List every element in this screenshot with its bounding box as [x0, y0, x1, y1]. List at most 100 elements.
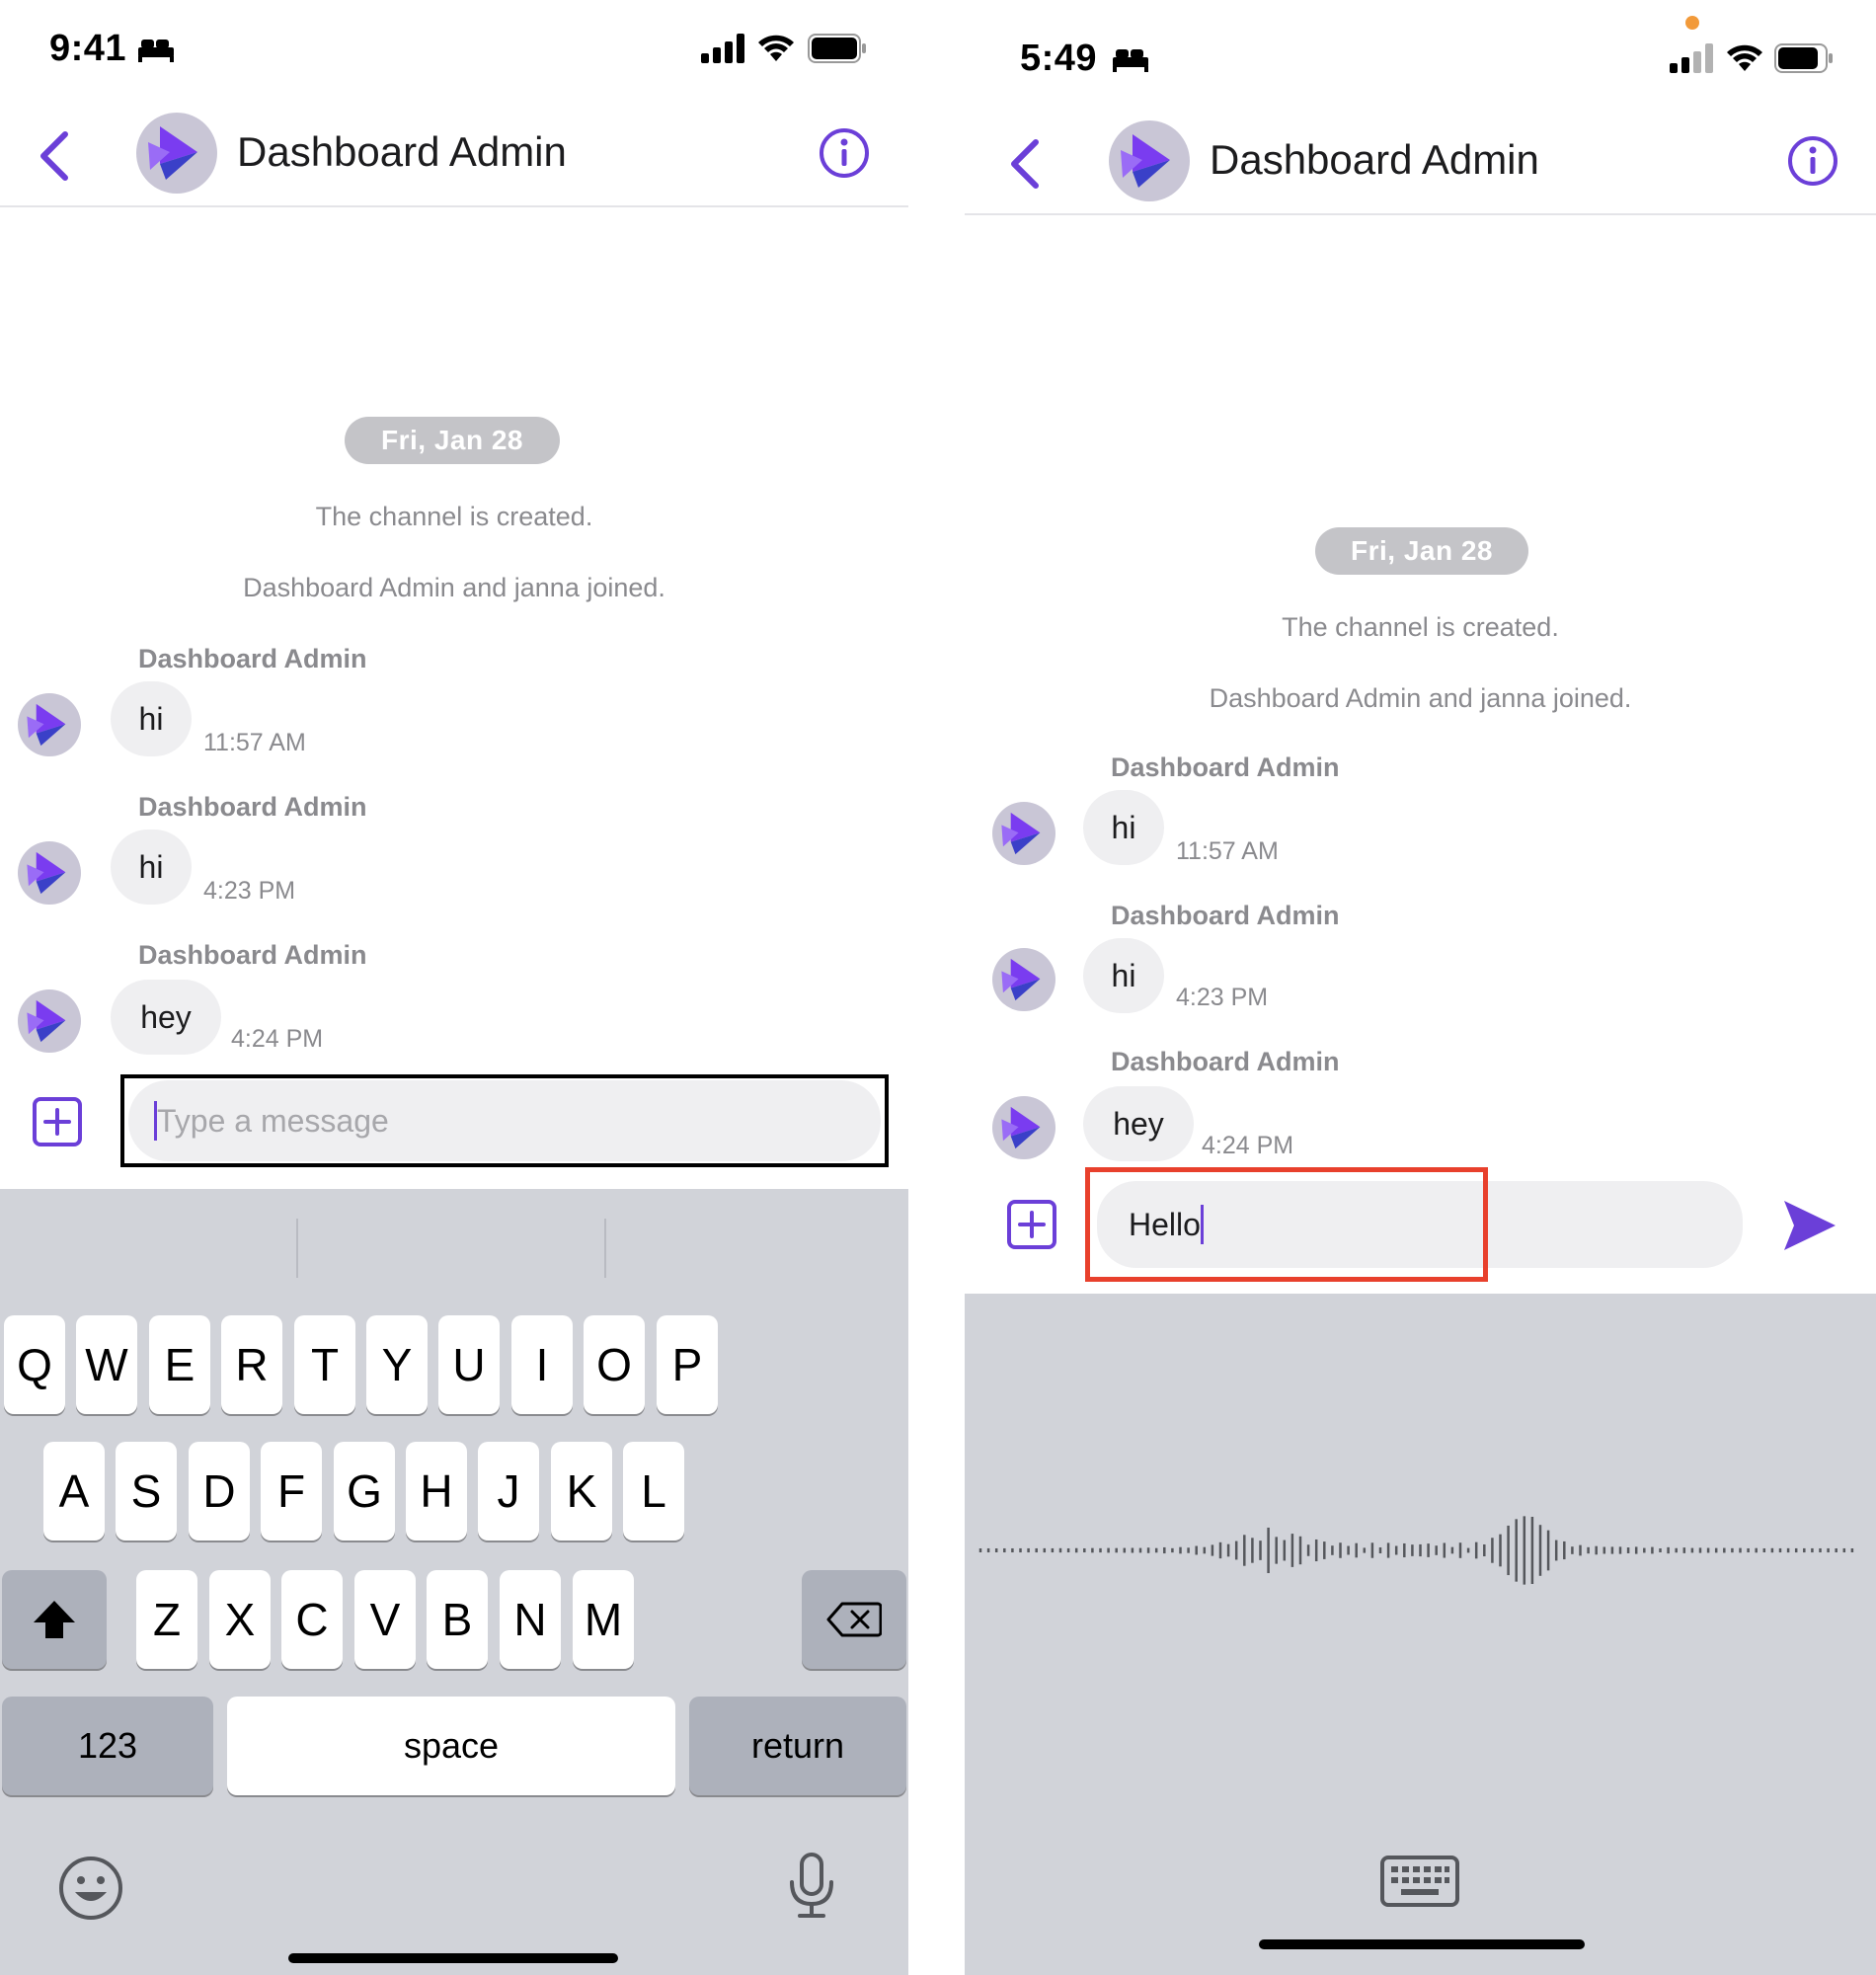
- suggestion-divider: [296, 1219, 298, 1278]
- channel-avatar[interactable]: [136, 113, 217, 194]
- key-a[interactable]: A: [43, 1442, 105, 1540]
- back-icon[interactable]: [38, 130, 71, 182]
- key-y[interactable]: Y: [366, 1315, 428, 1414]
- key-g[interactable]: G: [334, 1442, 395, 1540]
- chat-title: Dashboard Admin: [1210, 136, 1539, 183]
- emoji-icon[interactable]: [57, 1855, 124, 1922]
- suggestion-divider: [604, 1219, 606, 1278]
- message-avatar[interactable]: [992, 1096, 1055, 1159]
- key-o[interactable]: O: [584, 1315, 645, 1414]
- message-time: 4:23 PM: [1176, 984, 1269, 1011]
- message-bubble[interactable]: hi: [111, 681, 192, 756]
- key-h[interactable]: H: [406, 1442, 467, 1540]
- input-highlight: [1085, 1167, 1488, 1282]
- key-i[interactable]: I: [511, 1315, 573, 1414]
- key-l[interactable]: L: [623, 1442, 684, 1540]
- logo-icon: [27, 703, 66, 747]
- key-t[interactable]: T: [294, 1315, 355, 1414]
- voice-waveform: [978, 1516, 1854, 1585]
- key-u[interactable]: U: [438, 1315, 500, 1414]
- plus-icon[interactable]: [1006, 1199, 1057, 1250]
- message-time: 4:23 PM: [203, 877, 296, 905]
- channel-avatar[interactable]: [1109, 120, 1190, 201]
- battery-icon: [808, 34, 866, 63]
- key-f[interactable]: F: [261, 1442, 322, 1540]
- info-icon[interactable]: [1786, 134, 1839, 188]
- key-c[interactable]: C: [281, 1570, 343, 1669]
- key-k[interactable]: K: [551, 1442, 612, 1540]
- message-sender: Dashboard Admin: [138, 792, 367, 822]
- numbers-key[interactable]: 123: [2, 1697, 213, 1795]
- system-message: Dashboard Admin and janna joined.: [1209, 683, 1632, 713]
- logo-icon: [27, 851, 66, 895]
- plus-icon[interactable]: [32, 1096, 83, 1147]
- send-icon[interactable]: [1782, 1199, 1837, 1252]
- message-sender: Dashboard Admin: [138, 940, 367, 970]
- home-indicator: [1259, 1939, 1585, 1949]
- backspace-key[interactable]: [802, 1570, 906, 1669]
- message-bubble[interactable]: hi: [1083, 790, 1164, 865]
- privacy-indicator: [1685, 16, 1699, 30]
- logo-icon: [1001, 958, 1041, 1001]
- bed-icon: [1113, 49, 1148, 72]
- key-n[interactable]: N: [500, 1570, 561, 1669]
- chat-header: Dashboard Admin: [0, 99, 908, 207]
- right-phone-screen: 5:49 Dashboard Admin Fri, Jan 28 The cha…: [965, 0, 1876, 1975]
- message-avatar[interactable]: [18, 989, 81, 1053]
- return-key[interactable]: return: [689, 1697, 906, 1795]
- key-j[interactable]: J: [478, 1442, 539, 1540]
- date-pill: Fri, Jan 28: [345, 417, 560, 464]
- message-bubble[interactable]: hi: [111, 830, 192, 905]
- logo-icon: [27, 999, 66, 1043]
- signal-icon: [701, 34, 744, 63]
- key-e[interactable]: E: [149, 1315, 210, 1414]
- chat-title: Dashboard Admin: [237, 128, 567, 175]
- key-r[interactable]: R: [221, 1315, 282, 1414]
- chat-header: Dashboard Admin: [965, 107, 1876, 215]
- message-avatar[interactable]: [18, 841, 81, 905]
- status-time: 9:41: [49, 28, 127, 69]
- key-s[interactable]: S: [116, 1442, 177, 1540]
- status-time: 5:49: [1020, 38, 1098, 79]
- key-v[interactable]: V: [354, 1570, 416, 1669]
- home-indicator: [288, 1953, 618, 1963]
- back-icon[interactable]: [1008, 138, 1042, 190]
- mic-icon[interactable]: [786, 1851, 837, 1922]
- message-sender: Dashboard Admin: [1111, 1047, 1340, 1076]
- message-time: 11:57 AM: [203, 729, 306, 756]
- wifi-icon: [758, 35, 794, 61]
- message-sender: Dashboard Admin: [1111, 752, 1340, 782]
- keyboard: QWERTYUIOP ASDFGHJKL ZXCVBNM 123 space r…: [0, 1189, 908, 1975]
- message-time: 4:24 PM: [1202, 1132, 1294, 1159]
- status-bar: 9:41: [0, 0, 908, 99]
- message-bubble[interactable]: hi: [1083, 938, 1164, 1013]
- logo-icon: [148, 126, 197, 180]
- key-p[interactable]: P: [657, 1315, 718, 1414]
- shift-key[interactable]: [2, 1570, 107, 1669]
- message-sender: Dashboard Admin: [138, 644, 367, 673]
- message-avatar[interactable]: [992, 948, 1055, 1011]
- battery-icon: [1774, 43, 1833, 73]
- system-message: The channel is created.: [315, 502, 593, 531]
- key-q[interactable]: Q: [4, 1315, 65, 1414]
- info-icon[interactable]: [818, 126, 871, 180]
- status-bar: 5:49: [965, 0, 1876, 99]
- keyboard-icon[interactable]: [1379, 1855, 1460, 1908]
- key-d[interactable]: D: [189, 1442, 250, 1540]
- message-bubble[interactable]: hey: [1083, 1086, 1194, 1161]
- key-m[interactable]: M: [573, 1570, 634, 1669]
- key-w[interactable]: W: [76, 1315, 137, 1414]
- dictation-keyboard: [965, 1294, 1876, 1975]
- message-time: 4:24 PM: [231, 1025, 324, 1053]
- message-time: 11:57 AM: [1176, 837, 1279, 865]
- space-key[interactable]: space: [227, 1697, 675, 1795]
- left-phone-screen: 9:41 Dashboard Admin Fri, Jan 28 The cha…: [0, 0, 908, 1975]
- message-avatar[interactable]: [992, 802, 1055, 865]
- message-bubble[interactable]: hey: [111, 980, 221, 1055]
- logo-icon: [1001, 812, 1041, 855]
- focus-highlight: [120, 1074, 889, 1167]
- key-z[interactable]: Z: [136, 1570, 197, 1669]
- message-avatar[interactable]: [18, 693, 81, 756]
- key-b[interactable]: B: [427, 1570, 488, 1669]
- key-x[interactable]: X: [209, 1570, 271, 1669]
